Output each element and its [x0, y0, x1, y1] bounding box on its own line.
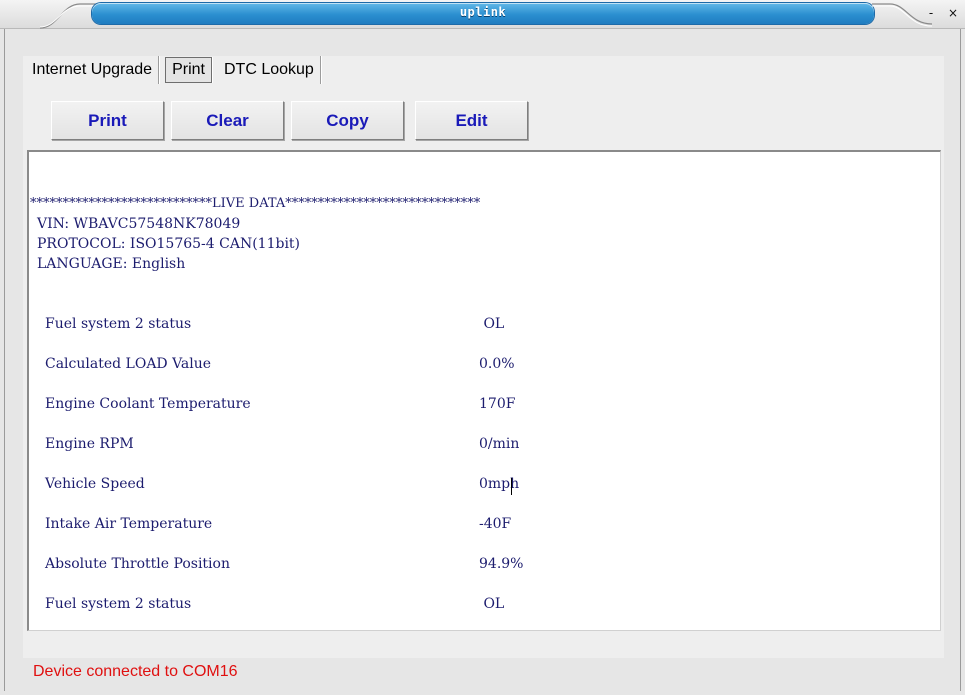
window-controls: - × [925, 5, 959, 21]
pid-value: -40F [479, 516, 512, 532]
tab-bar: Internet Upgrade Print DTC Lookup [26, 56, 321, 84]
tab-internet-upgrade[interactable]: Internet Upgrade [26, 56, 160, 84]
minimize-icon[interactable]: - [925, 5, 937, 21]
pid-value: 0mph [479, 476, 520, 492]
vin-line: VIN: WBAVC57548NK78049 [37, 216, 241, 232]
text-caret [511, 478, 512, 495]
copy-button[interactable]: Copy [291, 101, 404, 140]
print-button[interactable]: Print [51, 101, 164, 140]
pid-name: Fuel system 2 status [45, 596, 192, 612]
edit-button[interactable]: Edit [415, 101, 528, 140]
report-text-area[interactable]: ****************************LIVE DATA***… [27, 150, 941, 631]
pid-name: Engine Coolant Temperature [45, 396, 251, 412]
pid-name: Fuel system 2 status [45, 316, 192, 332]
protocol-line: PROTOCOL: ISO15765-4 CAN(11bit) [37, 236, 301, 252]
pid-value: OL [479, 596, 505, 612]
tab-print[interactable]: Print [165, 57, 212, 83]
live-data-banner: ****************************LIVE DATA***… [30, 196, 481, 211]
title-bar-right-curve [872, 3, 932, 27]
pid-name: Engine RPM [45, 436, 134, 452]
pid-value: 0.0% [479, 356, 515, 372]
tab-dtc-lookup[interactable]: DTC Lookup [218, 56, 321, 84]
pid-name: Absolute Throttle Position [45, 556, 230, 572]
title-bar-left-curve [40, 3, 100, 29]
clear-button[interactable]: Clear [171, 101, 284, 140]
pid-name: Vehicle Speed [45, 476, 145, 492]
window-title: uplink [459, 5, 507, 19]
pid-value: 170F [479, 396, 516, 412]
pid-name: Calculated LOAD Value [45, 356, 212, 372]
language-line: LANGUAGE: English [37, 256, 186, 272]
pid-name: Intake Air Temperature [45, 516, 213, 532]
pid-value: 0/min [479, 436, 520, 452]
title-pill: uplink [92, 3, 874, 24]
connection-status: Device connected to COM16 [33, 663, 238, 680]
pid-value: 94.9% [479, 556, 524, 572]
title-bar[interactable]: uplink - × [0, 0, 965, 29]
pid-value: OL [479, 316, 505, 332]
close-icon[interactable]: × [947, 5, 959, 21]
